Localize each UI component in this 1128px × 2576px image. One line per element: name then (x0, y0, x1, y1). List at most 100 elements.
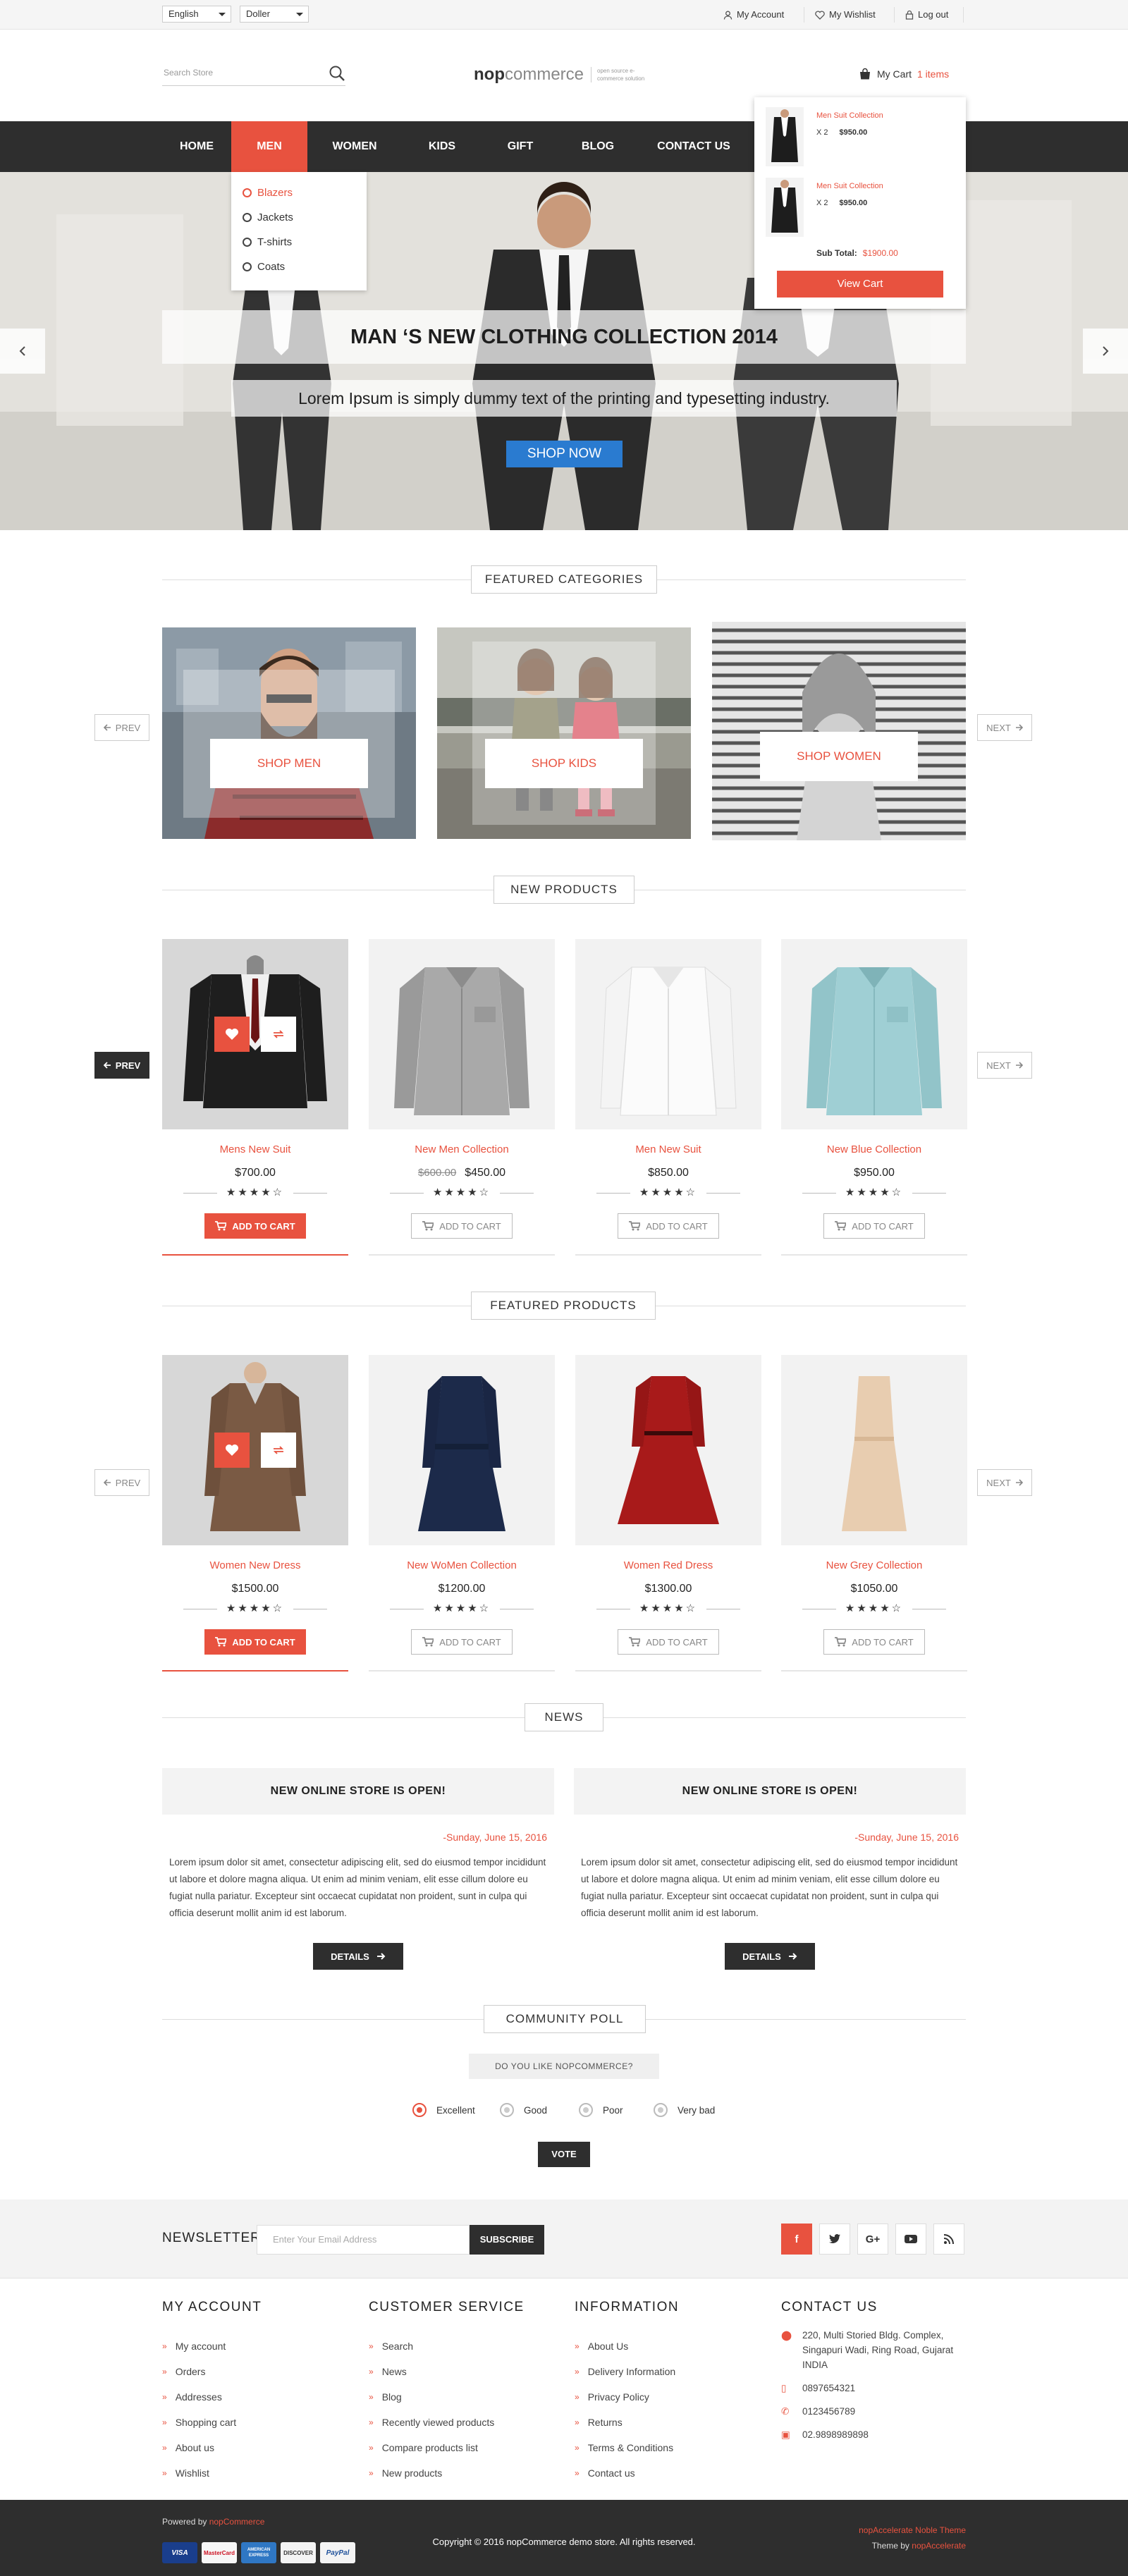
add-to-cart-button[interactable]: ADD TO CART (411, 1629, 513, 1655)
new-products-next-button[interactable]: NEXT (977, 1052, 1032, 1079)
logout-link[interactable]: Log out (905, 0, 948, 30)
shop-men-button[interactable]: SHOP MEN (210, 739, 368, 788)
footer-link[interactable]: » Blog (369, 2384, 525, 2410)
nav-contact-us[interactable]: CONTACT US (637, 121, 750, 172)
currency-select[interactable]: Doller (240, 6, 309, 23)
footer-link[interactable]: » Compare products list (369, 2435, 525, 2460)
footer-link[interactable]: » Wishlist (162, 2460, 262, 2486)
submenu-item-jackets[interactable]: Jackets (243, 205, 367, 230)
theme-name[interactable]: nopAccelerate Noble Theme (859, 2525, 966, 2535)
news-details-button[interactable]: DETAILS (725, 1943, 815, 1970)
product-card[interactable]: Mens New Suit $700.00 ★★★★☆ ADD TO CART (162, 939, 348, 1256)
search-input[interactable]: Search Store (164, 68, 213, 78)
news-headline[interactable]: NEW ONLINE STORE IS OPEN! (162, 1768, 554, 1815)
product-image[interactable] (369, 939, 555, 1129)
radio-button[interactable] (412, 2103, 427, 2117)
search-box[interactable]: Search Store (162, 62, 345, 86)
category-card-kids[interactable]: SHOP KIDS (437, 627, 691, 839)
product-image[interactable] (575, 1355, 761, 1545)
product-name[interactable]: Women Red Dress (575, 1559, 761, 1571)
shop-now-button[interactable]: SHOP NOW (506, 441, 623, 467)
subscribe-button[interactable]: SUBSCRIBE (470, 2225, 544, 2255)
product-image[interactable] (369, 1355, 555, 1545)
category-card-men[interactable]: SHOP MEN (162, 627, 416, 839)
cart-link[interactable]: My Cart 1 items (859, 68, 949, 80)
product-card[interactable]: New Blue Collection $950.00 ★★★★☆ ADD TO… (781, 939, 967, 1256)
footer-link[interactable]: » News (369, 2359, 525, 2384)
theme-by-link[interactable]: nopAccelerate (912, 2541, 966, 2551)
add-to-cart-button[interactable]: ADD TO CART (823, 1213, 925, 1239)
powered-by-link[interactable]: nopCommerce (209, 2517, 265, 2527)
product-card[interactable]: Women Red Dress $1300.00 ★★★★☆ ADD TO CA… (575, 1355, 761, 1672)
categories-prev-button[interactable]: PREV (94, 714, 149, 741)
product-image[interactable] (781, 939, 967, 1129)
my-account-link[interactable]: My Account (723, 0, 784, 30)
footer-link[interactable]: » Shopping cart (162, 2410, 262, 2435)
product-image[interactable] (162, 1355, 348, 1545)
poll-option-good[interactable]: Good (500, 2102, 547, 2118)
radio-button[interactable] (654, 2103, 668, 2117)
add-to-cart-button[interactable]: ADD TO CART (823, 1629, 925, 1655)
footer-link[interactable]: » Returns (575, 2410, 679, 2435)
hero-next-button[interactable] (1083, 329, 1128, 374)
add-to-cart-button[interactable]: ADD TO CART (204, 1213, 306, 1239)
rss-icon[interactable] (933, 2224, 964, 2255)
footer-link[interactable]: » Orders (162, 2359, 262, 2384)
product-card[interactable]: New Grey Collection $1050.00 ★★★★☆ ADD T… (781, 1355, 967, 1672)
poll-option-very-bad[interactable]: Very bad (654, 2102, 715, 2118)
product-card[interactable]: Women New Dress $1500.00 ★★★★☆ ADD TO CA… (162, 1355, 348, 1672)
nav-home[interactable]: HOME (162, 121, 231, 172)
footer-link[interactable]: » Terms & Conditions (575, 2435, 679, 2460)
google-plus-icon[interactable]: G+ (857, 2224, 888, 2255)
language-select[interactable]: English (162, 6, 231, 23)
footer-link[interactable]: » Privacy Policy (575, 2384, 679, 2410)
site-logo[interactable]: nop commerce open source e-commerce solu… (474, 65, 654, 85)
my-wishlist-link[interactable]: My Wishlist (815, 0, 876, 30)
wishlist-button[interactable] (214, 1017, 250, 1052)
hero-prev-button[interactable] (0, 329, 45, 374)
product-image[interactable] (781, 1355, 967, 1545)
product-image[interactable] (162, 939, 348, 1129)
mini-cart-item[interactable]: Men Suit Collection X 2 $950.00 (766, 107, 956, 171)
submenu-item-coats[interactable]: Coats (243, 254, 367, 279)
footer-link[interactable]: » Contact us (575, 2460, 679, 2486)
submenu-item-tshirts[interactable]: T-shirts (243, 230, 367, 254)
poll-option-excellent[interactable]: Excellent (412, 2102, 475, 2118)
nav-men[interactable]: MEN (231, 121, 307, 172)
radio-button[interactable] (500, 2103, 514, 2117)
shop-women-button[interactable]: SHOP WOMEN (760, 732, 918, 781)
youtube-icon[interactable] (895, 2224, 926, 2255)
featured-products-prev-button[interactable]: PREV (94, 1469, 149, 1496)
nav-blog[interactable]: BLOG (558, 121, 637, 172)
footer-link[interactable]: » New products (369, 2460, 525, 2486)
compare-button[interactable] (261, 1433, 296, 1468)
view-cart-button[interactable]: View Cart (777, 271, 943, 298)
news-details-button[interactable]: DETAILS (313, 1943, 403, 1970)
footer-link[interactable]: » Delivery Information (575, 2359, 679, 2384)
add-to-cart-button[interactable]: ADD TO CART (618, 1629, 719, 1655)
product-name[interactable]: Men New Suit (575, 1143, 761, 1155)
footer-link[interactable]: » Search (369, 2333, 525, 2359)
footer-link[interactable]: » Addresses (162, 2384, 262, 2410)
submenu-item-blazers[interactable]: Blazers (243, 180, 367, 205)
facebook-icon[interactable]: f (781, 2224, 812, 2255)
search-icon[interactable] (329, 65, 345, 82)
featured-products-next-button[interactable]: NEXT (977, 1469, 1032, 1496)
product-name[interactable]: New WoMen Collection (369, 1559, 555, 1571)
shop-kids-button[interactable]: SHOP KIDS (485, 739, 643, 788)
add-to-cart-button[interactable]: ADD TO CART (618, 1213, 719, 1239)
add-to-cart-button[interactable]: ADD TO CART (411, 1213, 513, 1239)
product-name[interactable]: New Men Collection (369, 1143, 555, 1155)
mini-cart-item-name[interactable]: Men Suit Collection (816, 111, 883, 120)
radio-button[interactable] (579, 2103, 593, 2117)
add-to-cart-button[interactable]: ADD TO CART (204, 1629, 306, 1655)
wishlist-button[interactable] (214, 1433, 250, 1468)
compare-button[interactable] (261, 1017, 296, 1052)
mini-cart-item[interactable]: Men Suit Collection X 2 $950.00 (766, 178, 956, 241)
poll-option-poor[interactable]: Poor (579, 2102, 623, 2118)
vote-button[interactable]: VOTE (538, 2142, 590, 2167)
category-card-women[interactable]: SHOP WOMEN (712, 622, 966, 840)
product-name[interactable]: Women New Dress (162, 1559, 348, 1571)
product-name[interactable]: Mens New Suit (162, 1143, 348, 1155)
product-name[interactable]: New Grey Collection (781, 1559, 967, 1571)
